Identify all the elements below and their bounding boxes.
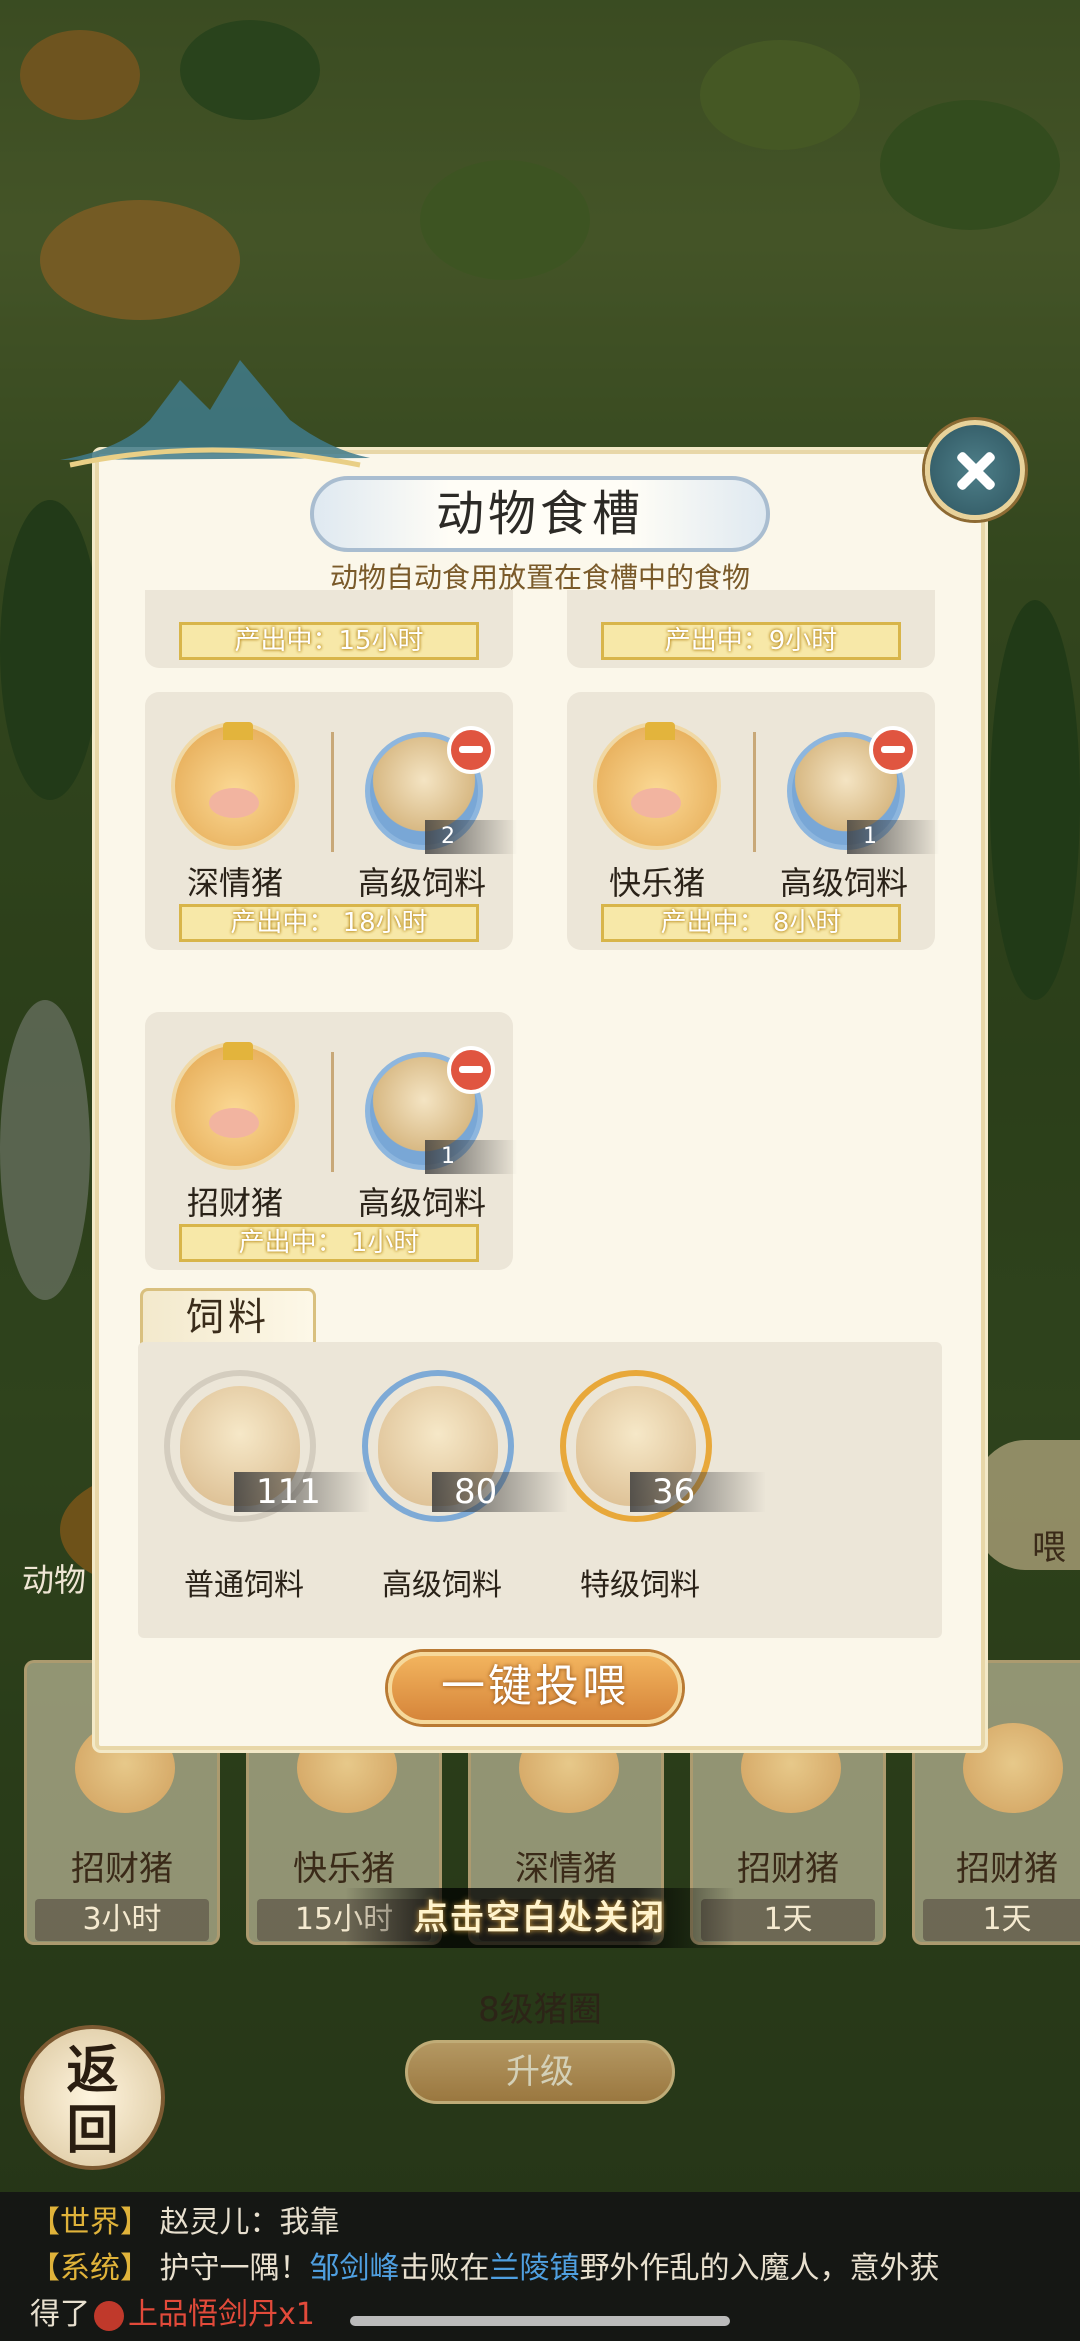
feed-name: 普通饲料 [184,1568,304,1603]
food-count: 1 [847,820,939,854]
chat-line: 【世界】 赵灵儿：我靠 [30,2200,1050,2246]
chat-place-name[interactable]: 兰陵镇 [490,2251,580,2286]
side-btn-label: 喂 [1032,1528,1066,1568]
animal-name: 招财猪 [956,1849,1058,1889]
animal-time: 3小时 [35,1899,209,1941]
food-name: 高级饲料 [779,864,908,902]
food-count: 2 [425,820,517,854]
modal-title: 动物食槽 [310,476,770,552]
feed-all-button[interactable]: 一键投喂 [388,1652,682,1724]
chat-channel-tag: 【系统】 [30,2251,150,2286]
animal-name: 招财猪 [737,1849,839,1889]
pig-icon [171,1042,299,1170]
feed-name: 特级饲料 [580,1568,700,1603]
chat-message: 击败在 [399,2251,490,2286]
trough-card: 产出中：15小时 [145,590,513,668]
production-status: 产出中：15小时 [179,622,479,660]
remove-food-button[interactable] [447,1046,495,1094]
trough-card: 2 深情猪 高级饲料 产出中： 18小时 [145,692,517,950]
close-hint: 点击空白处关闭 [345,1888,735,1948]
feed-side-button[interactable]: 喂 [970,1440,1080,1570]
chat-item-name[interactable]: 上品悟剑丹x1 [128,2297,315,2332]
pig-icon [593,722,721,850]
food-name: 高级饲料 [357,864,486,902]
chat-line: 得了 上品悟剑丹x1 [30,2292,1050,2338]
side-text: 动物 [22,1561,87,1599]
chat-player-name[interactable]: 邹剑峰 [310,2251,400,2286]
chat-message: 得了 [30,2297,90,2332]
upgrade-button[interactable]: 升级 [405,2040,675,2104]
chat-channel-tag: 【世界】 [30,2205,150,2240]
food-count: 1 [425,1140,517,1174]
animal-time: 1天 [923,1899,1080,1941]
animal-name: 招财猪 [186,1184,283,1222]
feed-count: 111 [234,1472,370,1512]
chat-message: 护守一隅！ [159,2251,310,2286]
pen-level: 8级猪圈 [478,1990,602,2030]
feed-count: 80 [432,1472,568,1512]
feed-section-tab: 饲料 [140,1288,316,1346]
production-status: 产出中： 8小时 [601,904,901,942]
production-status: 产出中： 1小时 [179,1224,479,1262]
home-indicator [350,2316,730,2326]
chat-message: 赵灵儿：我靠 [159,2205,340,2240]
trough-card: 产出中：9小时 [567,590,935,668]
trough-card: 1 招财猪 高级饲料 产出中： 1小时 [145,1012,517,1270]
production-status: 产出中： 18小时 [179,904,479,942]
back-label: 返回 [66,2040,119,2161]
remove-food-button[interactable] [447,726,495,774]
feed-count: 36 [630,1472,766,1512]
back-button[interactable]: 返回 [20,2025,165,2170]
animal-name: 招财猪 [71,1849,173,1889]
item-icon [94,2300,124,2331]
remove-food-button[interactable] [869,726,917,774]
animal-name: 快乐猪 [608,864,705,902]
chat-message: 野外作乱的入魔人，意外获 [579,2251,940,2286]
pig-icon [171,722,299,850]
chat-line: 【系统】 护守一隅！邹剑峰击败在兰陵镇野外作乱的入魔人，意外获 [30,2246,1050,2292]
mountain-decoration-icon [60,360,370,468]
feed-name: 高级饲料 [382,1568,502,1603]
feed-inventory: 111 普通饲料 80 高级饲料 36 特级饲料 [138,1342,942,1638]
close-button[interactable] [925,420,1025,520]
food-name: 高级饲料 [357,1184,486,1222]
production-status: 产出中：9小时 [601,622,901,660]
animal-name: 快乐猪 [293,1849,395,1889]
animal-name: 深情猪 [186,864,283,902]
trough-list[interactable]: 产出中：15小时 产出中：9小时 2 深情猪 高级饲料 产出中： 18小时 1 … [95,590,985,1270]
animal-name: 深情猪 [515,1849,617,1889]
trough-card: 1 快乐猪 高级饲料 产出中： 8小时 [567,692,939,950]
